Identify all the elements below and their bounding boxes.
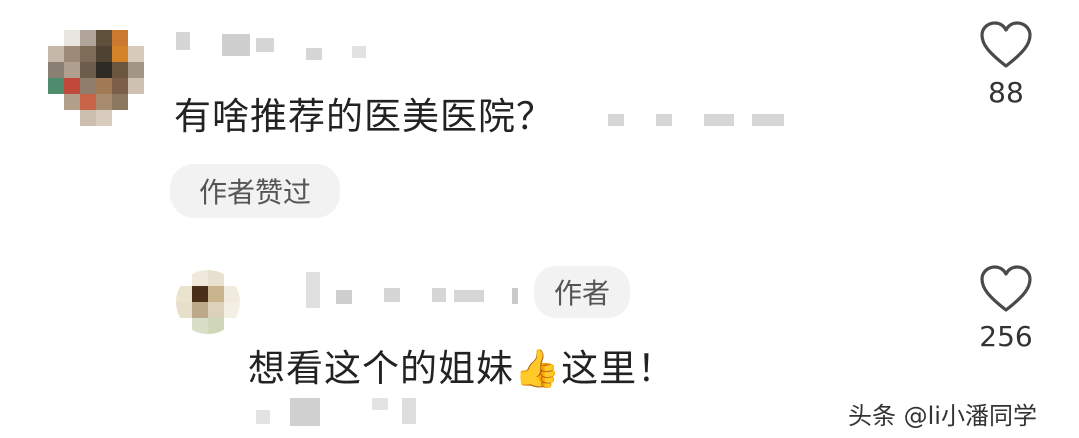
reply-like[interactable]: 256 [966,264,1046,353]
reply-text: 想看这个的姐妹👍这里！ [248,338,675,392]
author-liked-label: 作者赞过 [198,176,311,209]
like-count: 256 [979,320,1033,353]
watermark: 头条 @li小潘同学 [848,402,1037,430]
heart-outline-icon[interactable] [978,264,1034,314]
reply-text-after: 这里！ [561,347,676,390]
author-liked-badge: 作者赞过 [170,164,340,218]
author-tag-label: 作者 [553,277,610,310]
heart-outline-icon[interactable] [978,20,1034,70]
thumbs-up-icon: 👍 [514,347,562,390]
comment-like[interactable]: 88 [966,20,1046,109]
like-count: 88 [988,76,1024,109]
author-tag: 作者 [534,266,630,318]
reply-avatar[interactable] [176,270,240,334]
comment-text: 有啥推荐的医美医院？ [174,95,554,138]
reply-text-before: 想看这个的姐妹 [248,347,514,390]
commenter-avatar[interactable] [48,30,144,126]
